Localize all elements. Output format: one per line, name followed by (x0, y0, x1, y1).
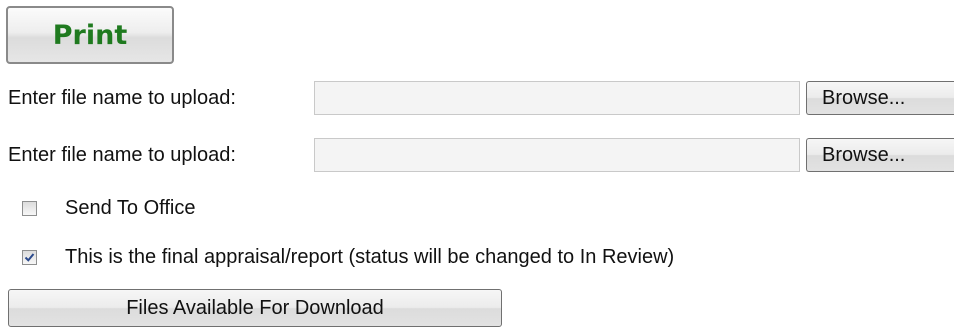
final-report-label: This is the final appraisal/report (stat… (65, 245, 675, 268)
file-name-input-1[interactable] (314, 81, 800, 115)
final-report-option: This is the final appraisal/report (stat… (22, 242, 674, 272)
upload-label-2: Enter file name to upload: (8, 143, 236, 166)
files-available-for-download-button[interactable]: Files Available For Download (8, 289, 502, 327)
final-report-checkbox[interactable] (22, 249, 37, 265)
send-to-office-checkbox[interactable] (22, 200, 37, 216)
upload-row-label: Enter file name to upload: (8, 137, 236, 173)
browse-button-2[interactable]: Browse... (806, 138, 954, 172)
print-button[interactable]: Print (6, 6, 174, 64)
send-to-office-option: Send To Office (22, 193, 195, 223)
upload-label-1: Enter file name to upload: (8, 86, 236, 109)
upload-row-label: Enter file name to upload: (8, 80, 236, 116)
checkmark-icon (24, 252, 35, 262)
browse-button-1[interactable]: Browse... (806, 81, 954, 115)
send-to-office-label: Send To Office (65, 196, 196, 219)
file-name-input-2[interactable] (314, 138, 800, 172)
